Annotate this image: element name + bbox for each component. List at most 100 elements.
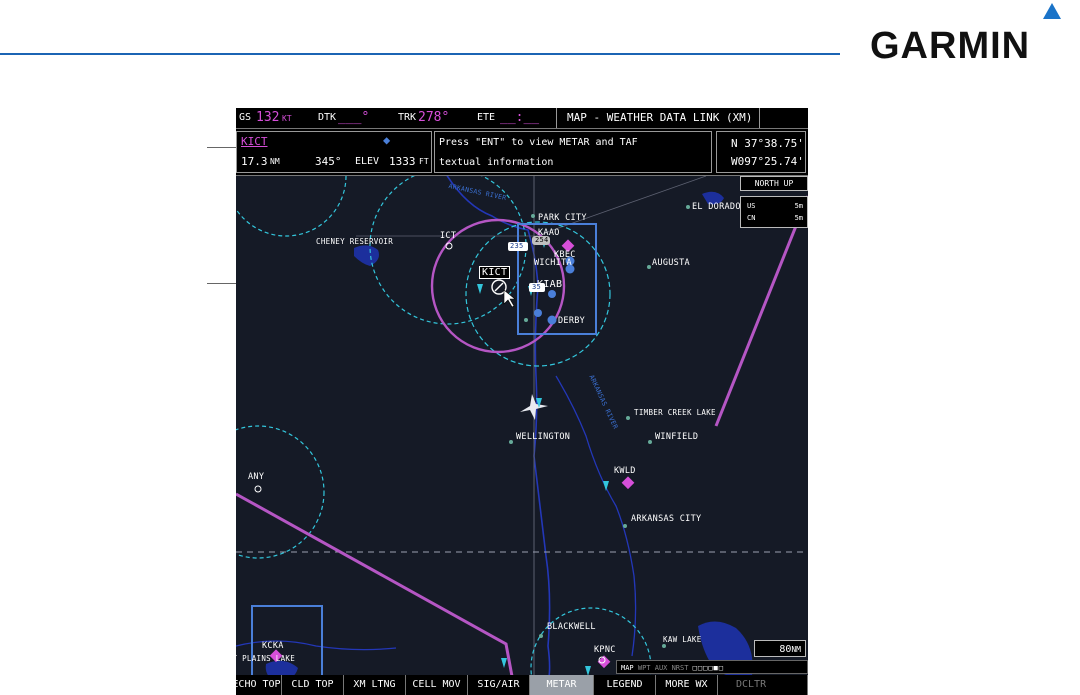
range-unit: NM	[791, 645, 801, 654]
airport-circle-icon	[547, 315, 557, 325]
label-ict: ICT	[440, 231, 457, 241]
map-range-indicator[interactable]: 80NM	[754, 640, 806, 657]
elev-value: 1333	[389, 155, 416, 168]
dtk-label: DTK	[318, 112, 337, 123]
elev-unit: FT	[419, 157, 429, 166]
message-box: Press "ENT" to view METAR and TAF textua…	[434, 131, 712, 173]
label-kaw-lake: KAW LAKE	[663, 635, 702, 644]
station-id: KICT	[241, 135, 268, 148]
softkey-xm-ltng[interactable]: XM LTNG	[344, 675, 406, 695]
softkey-cld-top[interactable]: CLD TOP	[282, 675, 344, 695]
softkey-dcltr[interactable]: DCLTR	[718, 675, 808, 695]
position-box: N 37°38.75' W097°25.74'	[716, 131, 806, 173]
gs-value: 132	[256, 110, 280, 125]
distance-unit: NM	[270, 157, 280, 166]
longitude: W097°25.74'	[731, 155, 804, 168]
vor-symbol-icon	[254, 485, 262, 493]
legend-value: 5m	[794, 202, 803, 210]
road-east	[356, 175, 707, 237]
label-wellington: WELLINGTON	[516, 432, 571, 442]
page-group-active: MAP	[621, 664, 634, 672]
city-dot-icon	[531, 214, 535, 218]
label-derby: DERBY	[558, 316, 586, 326]
moa-boundary-east	[714, 195, 808, 427]
city-dot-icon	[539, 634, 543, 638]
label-arkansas-city: ARKANSAS CITY	[631, 514, 702, 524]
trk-value: 278°	[418, 110, 450, 125]
airport-circle-icon	[534, 309, 542, 317]
elev-label: ELEV	[355, 156, 380, 167]
city-dot-icon	[524, 318, 528, 322]
metar-flag-icon	[603, 481, 609, 491]
mfd-screen: GS 132 KT DTK ___° TRK 278° ETE __:__ MA…	[236, 108, 808, 695]
label-cheney-reservoir: CHENEY RESERVOIR	[316, 237, 394, 246]
triangle-logo-icon	[1043, 3, 1061, 19]
airport-symbol-icon: ◆	[383, 133, 391, 147]
waypoint-info-strip: KICT ◆ 17.3 NM 345° ELEV 1333 FT Press "…	[236, 129, 808, 176]
city-dot-icon	[623, 524, 627, 528]
legend-value: 5m	[794, 214, 803, 222]
header-rule	[0, 53, 840, 55]
waypoint-info-box: KICT ◆ 17.3 NM 345° ELEV 1333 FT	[236, 131, 432, 173]
cheney-reservoir-water	[354, 245, 379, 266]
dtk-value: ___°	[338, 110, 370, 125]
label-kpnc: KPNC	[594, 645, 616, 655]
walnut-river-line	[555, 375, 637, 657]
metar-flag-icon	[501, 658, 507, 668]
page-title: MAP - WEATHER DATA LINK (XM)	[556, 108, 760, 128]
lightning-legend-box: US 5m CN 5m	[740, 196, 808, 228]
weather-map[interactable]: ARKANSAS RIVER ARKANSAS RIVER PARK CITY …	[236, 115, 808, 695]
ete-value: __:__	[500, 110, 540, 125]
label-el-dorado: EL DORADO	[692, 202, 741, 212]
softkey-metar[interactable]: METAR	[530, 675, 594, 695]
page-group-indicator: MAP WPT AUX NRST □□□□■□	[616, 660, 808, 674]
airport-diamond-icon	[621, 476, 635, 490]
runway-line	[494, 282, 504, 292]
label-kwld: KWLD	[614, 466, 636, 476]
label-winfield: WINFIELD	[655, 432, 699, 442]
softkey-more-wx[interactable]: MORE WX	[656, 675, 718, 695]
garmin-logo: GARMIN	[870, 25, 1031, 67]
ete-label: ETE	[477, 112, 496, 123]
label-salt-plains-lake: SALT PLAINS LAKE	[236, 654, 296, 663]
highway-35-label: 35	[532, 283, 542, 291]
city-dot-icon	[509, 440, 513, 444]
nw-airspace-ring	[236, 115, 347, 237]
label-any: ANY	[248, 472, 265, 482]
range-value: 80	[779, 644, 792, 655]
callout-line-info	[207, 147, 236, 148]
trk-label: TRK	[398, 112, 417, 123]
label-kcka: KCKA	[262, 641, 284, 651]
page-dots-icon: □□□□■□	[692, 664, 724, 672]
bearing-value: 345°	[315, 155, 342, 168]
label-wichita: WICHITA	[534, 258, 572, 268]
metar-flag-icon	[477, 284, 483, 294]
label-timber-creek-lake: TIMBER CREEK LAKE	[634, 408, 716, 417]
city-dot-icon	[648, 440, 652, 444]
any-airspace-ring	[236, 425, 325, 559]
nav-status-bar: GS 132 KT DTK ___° TRK 278° ETE __:__ MA…	[236, 108, 808, 129]
gs-unit: KT	[282, 114, 292, 123]
message-line-2: textual information	[439, 157, 554, 168]
highway-254-label: 254	[535, 236, 549, 244]
softkey-bar: ECHO TOP CLD TOP XM LTNG CELL MOV SIG/AI…	[236, 675, 808, 695]
softkey-cell-mov[interactable]: CELL MOV	[406, 675, 468, 695]
city-dot-icon	[662, 644, 666, 648]
legend-label: CN	[747, 214, 756, 222]
softkey-echo-top[interactable]: ECHO TOP	[236, 675, 282, 695]
page-group-others: WPT AUX NRST	[637, 664, 689, 672]
softkey-sig-air[interactable]: SIG/AIR	[468, 675, 530, 695]
map-orientation-indicator: NORTH UP	[740, 176, 808, 191]
salt-fork-river-line	[236, 640, 397, 651]
highway-235-label: 235	[510, 242, 524, 250]
latitude: N 37°38.75'	[731, 137, 804, 150]
label-park-city: PARK CITY	[538, 213, 587, 223]
map-pointer-cursor-icon[interactable]	[503, 289, 516, 308]
city-dot-icon	[686, 205, 690, 209]
label-kict-selected[interactable]: KICT	[479, 266, 511, 279]
distance-value: 17.3	[241, 155, 268, 168]
legend-label: US	[747, 202, 756, 210]
softkey-legend[interactable]: LEGEND	[594, 675, 656, 695]
message-line-1: Press "ENT" to view METAR and TAF	[439, 137, 638, 148]
gs-label: GS	[239, 112, 252, 123]
